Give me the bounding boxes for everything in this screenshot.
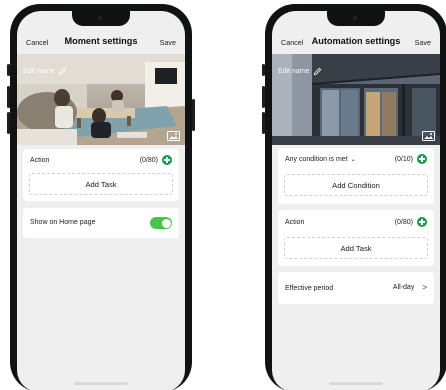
action-card: Action (0/80) Add Task <box>23 149 179 201</box>
add-icon[interactable] <box>162 155 172 165</box>
automation-screen: Cancel Automation settings Save Edit nam… <box>272 11 440 390</box>
phone-notch <box>72 11 130 26</box>
add-task-button[interactable]: Add Task <box>284 237 428 259</box>
phone-notch <box>327 11 385 26</box>
action-counter: (0/80) <box>140 155 172 165</box>
condition-count: (0/10) <box>394 155 413 163</box>
image-icon[interactable] <box>167 131 180 141</box>
add-condition-label: Add Condition <box>332 180 380 190</box>
edit-name-field[interactable]: Edit name <box>278 67 322 76</box>
effective-period-text: All-day <box>392 284 415 291</box>
phone-volume-up-button <box>7 86 10 108</box>
phone-volume-up-button <box>262 86 265 108</box>
home-indicator <box>74 382 128 385</box>
add-icon[interactable] <box>417 154 427 164</box>
add-condition-button[interactable]: Add Condition <box>284 174 428 196</box>
phone-volume-down-button <box>262 112 265 134</box>
home-indicator <box>329 382 383 385</box>
moment-nav-bar: Cancel Moment settings Save <box>17 35 185 51</box>
automation-nav-bar: Cancel Automation settings Save <box>272 35 440 51</box>
phone-automation-settings: Cancel Automation settings Save Edit nam… <box>262 4 446 390</box>
save-button[interactable]: Save <box>160 38 176 47</box>
stage: Cancel Moment settings Save Edit name Ac… <box>0 0 446 390</box>
show-home-card: Show on Home page <box>23 208 179 238</box>
action-counter: (0/80) <box>395 217 427 227</box>
toggle-knob <box>161 218 171 228</box>
action-count: (0/80) <box>139 156 158 164</box>
condition-label: Any condition is met <box>285 156 348 163</box>
pencil-icon <box>313 67 321 76</box>
action-count: (0/80) <box>394 218 413 226</box>
add-task-button[interactable]: Add Task <box>29 173 173 195</box>
show-home-toggle[interactable] <box>150 217 172 229</box>
edit-name-placeholder: Edit name <box>278 68 310 75</box>
condition-card: Any condition is met ⌄ (0/10) Add Condit… <box>278 148 434 204</box>
save-button[interactable]: Save <box>415 38 431 47</box>
effective-period-value: All-day > <box>393 283 427 292</box>
phone-side-button <box>7 64 10 76</box>
add-icon[interactable] <box>417 217 427 227</box>
effective-period-row[interactable]: Effective period All-day > <box>278 272 434 304</box>
image-icon[interactable] <box>422 131 435 141</box>
chevron-down-icon: ⌄ <box>350 157 356 163</box>
edit-name-field[interactable]: Edit name <box>23 67 67 76</box>
moment-screen: Cancel Moment settings Save Edit name Ac… <box>17 11 185 390</box>
condition-counter: (0/10) <box>395 154 427 164</box>
add-task-label: Add Task <box>340 243 372 253</box>
edit-name-placeholder: Edit name <box>23 68 55 75</box>
pencil-icon <box>58 67 66 76</box>
phone-volume-down-button <box>7 112 10 134</box>
automation-cover-image[interactable]: Edit name <box>272 54 440 145</box>
phone-power-button <box>192 99 195 131</box>
phone-side-button <box>262 64 265 76</box>
action-card: Action (0/80) Add Task <box>278 210 434 266</box>
phone-moment-settings: Cancel Moment settings Save Edit name Ac… <box>7 4 195 390</box>
chevron-right-icon: > <box>422 283 427 292</box>
add-task-label: Add Task <box>85 179 117 189</box>
moment-cover-image[interactable]: Edit name <box>17 54 185 145</box>
